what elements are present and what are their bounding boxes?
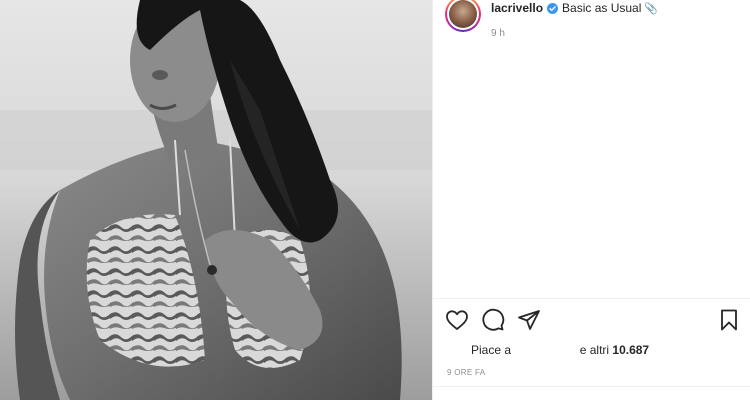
caption-line: lacrivello Basic as Usual 📎 xyxy=(491,1,658,15)
action-bar xyxy=(445,308,741,334)
caption-text: Basic as Usual xyxy=(562,1,642,15)
username-link[interactable]: lacrivello xyxy=(491,1,543,15)
post-timestamp[interactable]: 9 ORE FA xyxy=(447,368,485,377)
paperclip-emoji: 📎 xyxy=(644,2,659,15)
save-button[interactable] xyxy=(717,308,743,334)
photo-illustration xyxy=(0,0,432,400)
avatar-image xyxy=(449,0,477,28)
comment-divider xyxy=(433,386,750,387)
likes-prefix: Piace a xyxy=(471,343,512,357)
like-button[interactable] xyxy=(445,308,471,334)
bookmark-icon xyxy=(721,309,737,331)
share-button[interactable] xyxy=(517,308,543,334)
post-sidebar: lacrivello Basic as Usual 📎 9 h Piace a … xyxy=(432,0,750,400)
comment-icon xyxy=(482,308,505,331)
likes-count[interactable]: 10.687 xyxy=(612,343,649,357)
verified-badge-icon xyxy=(547,2,559,14)
paper-plane-icon xyxy=(518,310,540,330)
comment-button[interactable] xyxy=(481,308,507,334)
likes-summary: Piace a e altri 10.687 xyxy=(471,343,649,357)
instagram-post: lacrivello Basic as Usual 📎 9 h Piace a … xyxy=(0,0,750,400)
actions-divider xyxy=(433,298,750,299)
caption-time[interactable]: 9 h xyxy=(491,28,505,39)
post-header: lacrivello Basic as Usual 📎 9 h xyxy=(443,0,743,46)
post-photo[interactable] xyxy=(0,0,432,400)
heart-icon xyxy=(446,310,468,330)
likes-suffix: e altri xyxy=(579,343,610,357)
avatar[interactable] xyxy=(445,0,481,32)
avatar-border xyxy=(447,0,479,30)
